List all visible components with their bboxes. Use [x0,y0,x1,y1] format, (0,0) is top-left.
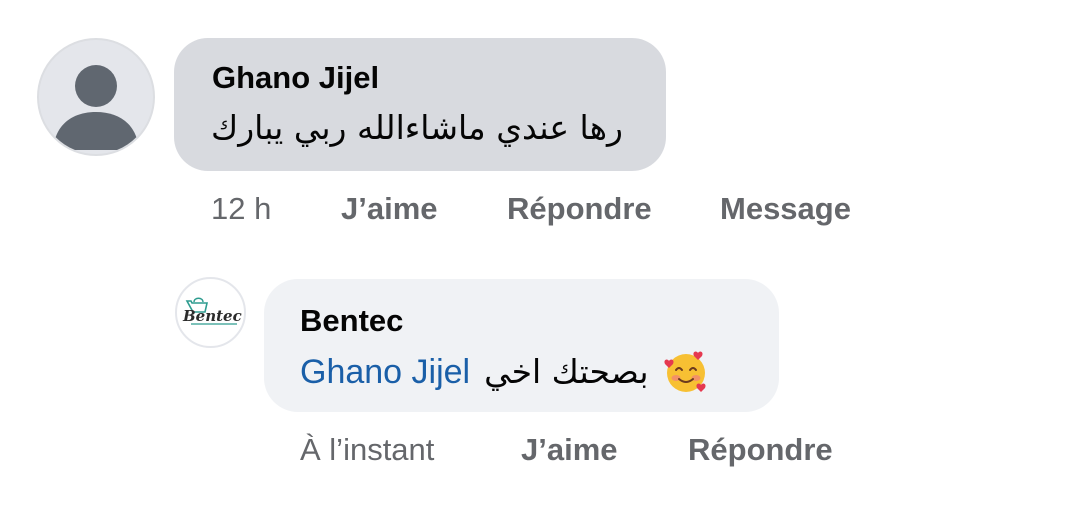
message-button[interactable]: Message [720,191,851,227]
reply-actions: À l’instant J’aime Répondre [0,432,1080,472]
reply-like-button[interactable]: J’aime [521,432,618,468]
comment-bubble: Ghano Jijel رها عندي ماشاءالله ربي يبارك [174,38,666,171]
reply-button[interactable]: Répondre [507,191,652,227]
reply-text: بصحتك اخي [484,352,649,391]
user-avatar[interactable] [37,38,155,156]
comment-actions: 12 h J’aime Répondre Message [0,191,1080,231]
comment-timestamp[interactable]: 12 h [211,191,271,227]
reply-timestamp[interactable]: À l’instant [300,432,434,468]
reply-reply-button[interactable]: Répondre [688,432,833,468]
comment-text: رها عندي ماشاءالله ربي يبارك [211,108,623,147]
bentec-logo-text: Bentec [182,307,242,325]
like-button[interactable]: J’aime [341,191,438,227]
comment-author[interactable]: Ghano Jijel [212,60,379,96]
default-user-silhouette-icon [53,65,139,150]
page-avatar[interactable]: Bentec [175,277,246,348]
reply-text-row: Ghano Jijel بصحتك اخي [300,349,709,395]
bentec-logo: Bentec [182,297,242,325]
reply-bubble: Bentec Ghano Jijel بصحتك اخي [264,279,779,412]
smiling-face-with-hearts-emoji [663,349,709,395]
reply-author[interactable]: Bentec [300,303,403,339]
mention-link[interactable]: Ghano Jijel [300,352,470,392]
